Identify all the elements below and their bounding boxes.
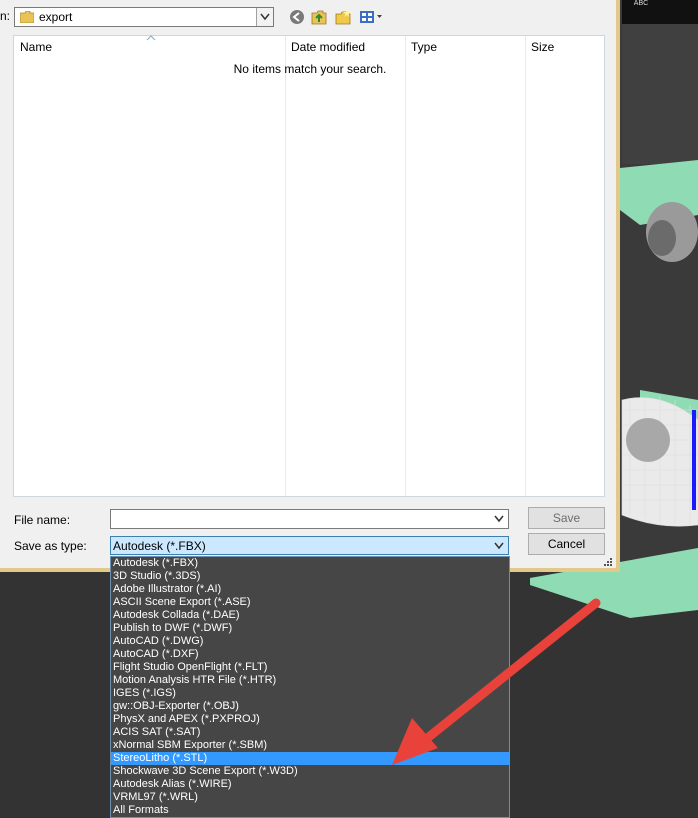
chevron-down-icon bbox=[494, 515, 504, 523]
type-option[interactable]: AutoCAD (*.DWG) bbox=[111, 635, 509, 648]
type-option[interactable]: gw::OBJ-Exporter (*.OBJ) bbox=[111, 700, 509, 713]
type-option[interactable]: ASCII Scene Export (*.ASE) bbox=[111, 596, 509, 609]
back-icon[interactable] bbox=[289, 9, 305, 25]
location-dropdown-button[interactable] bbox=[256, 8, 273, 26]
type-option[interactable]: StereoLitho (*.STL) bbox=[111, 752, 509, 765]
type-option[interactable]: 3D Studio (*.3DS) bbox=[111, 570, 509, 583]
resize-grip-icon[interactable] bbox=[602, 556, 614, 568]
save-as-type-list[interactable]: Autodesk (*.FBX) 3D Studio (*.3DS) Adobe I… bbox=[110, 556, 510, 818]
type-option[interactable]: Autodesk Collada (*.DAE) bbox=[111, 609, 509, 622]
column-date-modified[interactable]: Date modified bbox=[285, 36, 405, 58]
location-combo[interactable]: export bbox=[14, 7, 274, 27]
save-button[interactable]: Save bbox=[528, 507, 605, 529]
type-option[interactable]: All Formats bbox=[111, 804, 509, 817]
type-option[interactable]: Adobe Illustrator (*.AI) bbox=[111, 583, 509, 596]
type-option[interactable]: IGES (*.IGS) bbox=[111, 687, 509, 700]
save-as-type-label: Save as type: bbox=[14, 539, 87, 553]
cancel-button[interactable]: Cancel bbox=[528, 533, 605, 555]
folder-icon bbox=[20, 11, 34, 23]
type-option[interactable]: Publish to DWF (*.DWF) bbox=[111, 622, 509, 635]
file-name-dropdown-button[interactable] bbox=[491, 510, 508, 528]
type-option[interactable]: Shockwave 3D Scene Export (*.W3D) bbox=[111, 765, 509, 778]
file-list[interactable]: Name Date modified Type Size No items ma… bbox=[13, 35, 605, 497]
column-separator bbox=[285, 36, 286, 496]
blue-gizmo bbox=[692, 410, 696, 510]
empty-message: No items match your search. bbox=[233, 62, 387, 76]
save-as-type-combo[interactable]: Autodesk (*.FBX) bbox=[110, 536, 509, 555]
chevron-down-icon bbox=[260, 13, 270, 21]
new-folder-icon[interactable] bbox=[335, 9, 351, 25]
location-label: n: bbox=[0, 9, 11, 23]
type-option[interactable]: xNormal SBM Exporter (*.SBM) bbox=[111, 739, 509, 752]
type-option[interactable]: Autodesk Alias (*.WIRE) bbox=[111, 778, 509, 791]
type-option[interactable]: AutoCAD (*.DXF) bbox=[111, 648, 509, 661]
type-option[interactable]: Autodesk (*.FBX) bbox=[111, 557, 509, 570]
type-option[interactable]: VRML97 (*.WRL) bbox=[111, 791, 509, 804]
chevron-down-icon bbox=[494, 542, 504, 550]
file-name-label: File name: bbox=[14, 513, 71, 527]
column-separator bbox=[405, 36, 406, 496]
save-as-type-dropdown-button[interactable] bbox=[491, 537, 508, 554]
save-as-type-value: Autodesk (*.FBX) bbox=[113, 539, 206, 553]
column-name[interactable]: Name bbox=[14, 36, 285, 58]
column-type[interactable]: Type bbox=[405, 36, 525, 58]
type-option[interactable]: ACIS SAT (*.SAT) bbox=[111, 726, 509, 739]
view-menu-icon[interactable] bbox=[359, 9, 383, 25]
type-option[interactable]: Flight Studio OpenFlight (*.FLT) bbox=[111, 661, 509, 674]
up-folder-icon[interactable] bbox=[311, 9, 327, 25]
type-option[interactable]: PhysX and APEX (*.PXPROJ) bbox=[111, 713, 509, 726]
wireframe-mesh bbox=[621, 396, 698, 527]
save-dialog: n: export Name Date modified Type Size N… bbox=[0, 0, 620, 572]
column-size[interactable]: Size bbox=[525, 36, 605, 58]
dialog-toolbar: n: export bbox=[0, 0, 616, 34]
column-separator bbox=[525, 36, 526, 496]
location-value: export bbox=[39, 10, 73, 24]
file-name-input[interactable] bbox=[110, 509, 509, 529]
type-option[interactable]: Motion Analysis HTR File (*.HTR) bbox=[111, 674, 509, 687]
